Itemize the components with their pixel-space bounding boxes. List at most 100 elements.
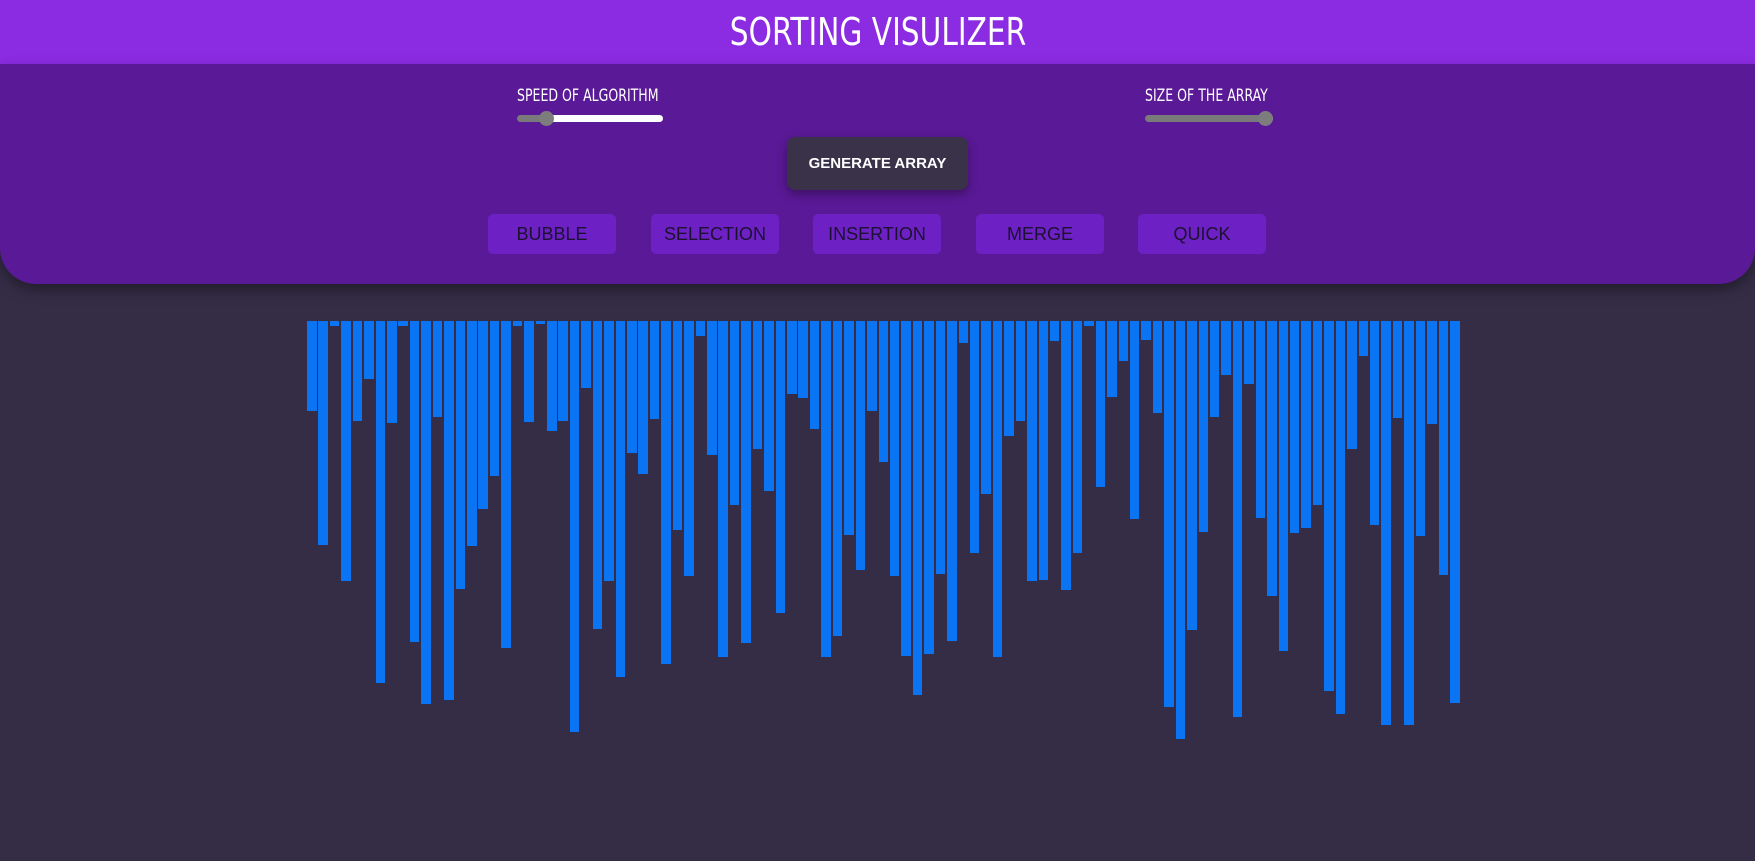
array-bar bbox=[832, 321, 843, 636]
array-bar bbox=[844, 321, 854, 535]
array-bar bbox=[1427, 321, 1437, 424]
array-bar bbox=[695, 321, 706, 336]
array-bar bbox=[387, 321, 397, 423]
array-bar bbox=[1450, 321, 1460, 703]
app-title: SORTING VISULIZER bbox=[729, 10, 1026, 54]
array-bar bbox=[672, 321, 683, 530]
array-bar bbox=[935, 321, 946, 574]
array-bar bbox=[627, 321, 637, 453]
insertion-sort-button[interactable]: INSERTION bbox=[813, 214, 941, 254]
array-bar bbox=[741, 321, 751, 643]
array-bar bbox=[478, 321, 488, 509]
array-bar bbox=[1255, 321, 1266, 518]
merge-sort-button[interactable]: MERGE bbox=[976, 214, 1104, 254]
array-bar bbox=[992, 321, 1003, 657]
array-bar bbox=[489, 321, 500, 476]
array-bar bbox=[889, 321, 900, 576]
array-bar bbox=[924, 321, 934, 654]
array-bar bbox=[1209, 321, 1220, 417]
array-bar bbox=[1244, 321, 1254, 384]
array-bar bbox=[855, 321, 866, 570]
array-bar bbox=[1415, 321, 1426, 536]
array-bar bbox=[775, 321, 786, 613]
speed-label: SPEED OF ALGORITHM bbox=[517, 86, 659, 106]
array-bar bbox=[1187, 321, 1197, 630]
array-bar bbox=[1369, 321, 1380, 525]
array-bar bbox=[409, 321, 420, 642]
array-bar bbox=[1175, 321, 1186, 739]
array-bar bbox=[764, 321, 774, 491]
array-bar bbox=[707, 321, 717, 455]
array-bar bbox=[798, 321, 808, 398]
array-bar bbox=[1289, 321, 1300, 533]
array-bar bbox=[1381, 321, 1391, 725]
array-bar bbox=[1141, 321, 1151, 340]
array-bar bbox=[649, 321, 660, 419]
array-bar bbox=[1027, 321, 1037, 581]
array-bar bbox=[821, 321, 831, 657]
array-bar bbox=[981, 321, 991, 494]
array-bar bbox=[787, 321, 797, 394]
generate-array-button[interactable]: GENERATE ARRAY bbox=[787, 137, 968, 190]
array-bar bbox=[901, 321, 911, 656]
array-bar bbox=[524, 321, 534, 422]
array-bar bbox=[1084, 321, 1094, 326]
array-bar bbox=[1335, 321, 1346, 714]
array-bar bbox=[809, 321, 820, 429]
array-bar bbox=[1404, 321, 1414, 725]
array-bar bbox=[1312, 321, 1323, 505]
array-bar bbox=[947, 321, 957, 641]
array-bar bbox=[638, 321, 648, 474]
array-bar bbox=[1438, 321, 1449, 575]
array-bar bbox=[1095, 321, 1106, 487]
array-bar bbox=[318, 321, 328, 545]
speed-slider-fill bbox=[546, 115, 663, 122]
size-slider-thumb[interactable] bbox=[1258, 111, 1273, 126]
quick-sort-button[interactable]: QUICK bbox=[1138, 214, 1266, 254]
array-bar bbox=[501, 321, 511, 648]
array-bar bbox=[604, 321, 614, 581]
array-bar bbox=[1301, 321, 1311, 528]
array-bar bbox=[1278, 321, 1289, 651]
array-bar bbox=[684, 321, 694, 576]
array-bar bbox=[1049, 321, 1060, 341]
array-bar bbox=[329, 321, 340, 326]
array-bar bbox=[558, 321, 568, 421]
array-bar bbox=[364, 321, 374, 379]
array-bar bbox=[1347, 321, 1357, 449]
speed-slider[interactable] bbox=[517, 111, 663, 126]
size-control: SIZE OF THE ARRAY bbox=[1145, 86, 1295, 126]
array-bar bbox=[1004, 321, 1014, 436]
array-bar bbox=[535, 321, 546, 324]
array-bar bbox=[375, 321, 386, 683]
array-bar bbox=[1324, 321, 1334, 691]
array-bar bbox=[718, 321, 728, 657]
array-bar bbox=[1152, 321, 1163, 413]
array-bar bbox=[421, 321, 431, 704]
array-bar bbox=[1232, 321, 1243, 717]
speed-slider-thumb[interactable] bbox=[539, 111, 555, 126]
array-bar bbox=[1072, 321, 1083, 553]
array-bar bbox=[878, 321, 888, 462]
array-bar bbox=[867, 321, 877, 411]
size-label: SIZE OF THE ARRAY bbox=[1145, 86, 1268, 106]
bubble-sort-button[interactable]: BUBBLE bbox=[488, 214, 616, 254]
array-bar bbox=[581, 321, 591, 388]
selection-sort-button[interactable]: SELECTION bbox=[651, 214, 779, 254]
size-slider[interactable] bbox=[1145, 111, 1273, 126]
array-bar bbox=[432, 321, 443, 417]
array-bar bbox=[1392, 321, 1403, 418]
array-bar bbox=[455, 321, 466, 589]
array-bar bbox=[615, 321, 626, 677]
array-bar bbox=[512, 321, 523, 326]
array-bar bbox=[661, 321, 671, 664]
array-bar bbox=[1358, 321, 1369, 356]
array-bar bbox=[592, 321, 603, 629]
array-bar bbox=[1198, 321, 1209, 532]
array-bar bbox=[341, 321, 351, 581]
array-bar bbox=[1118, 321, 1129, 361]
array-bar bbox=[1221, 321, 1231, 375]
array-bar bbox=[1061, 321, 1071, 590]
title-bar: SORTING VISULIZER bbox=[0, 0, 1755, 64]
array-bar bbox=[1164, 321, 1174, 707]
